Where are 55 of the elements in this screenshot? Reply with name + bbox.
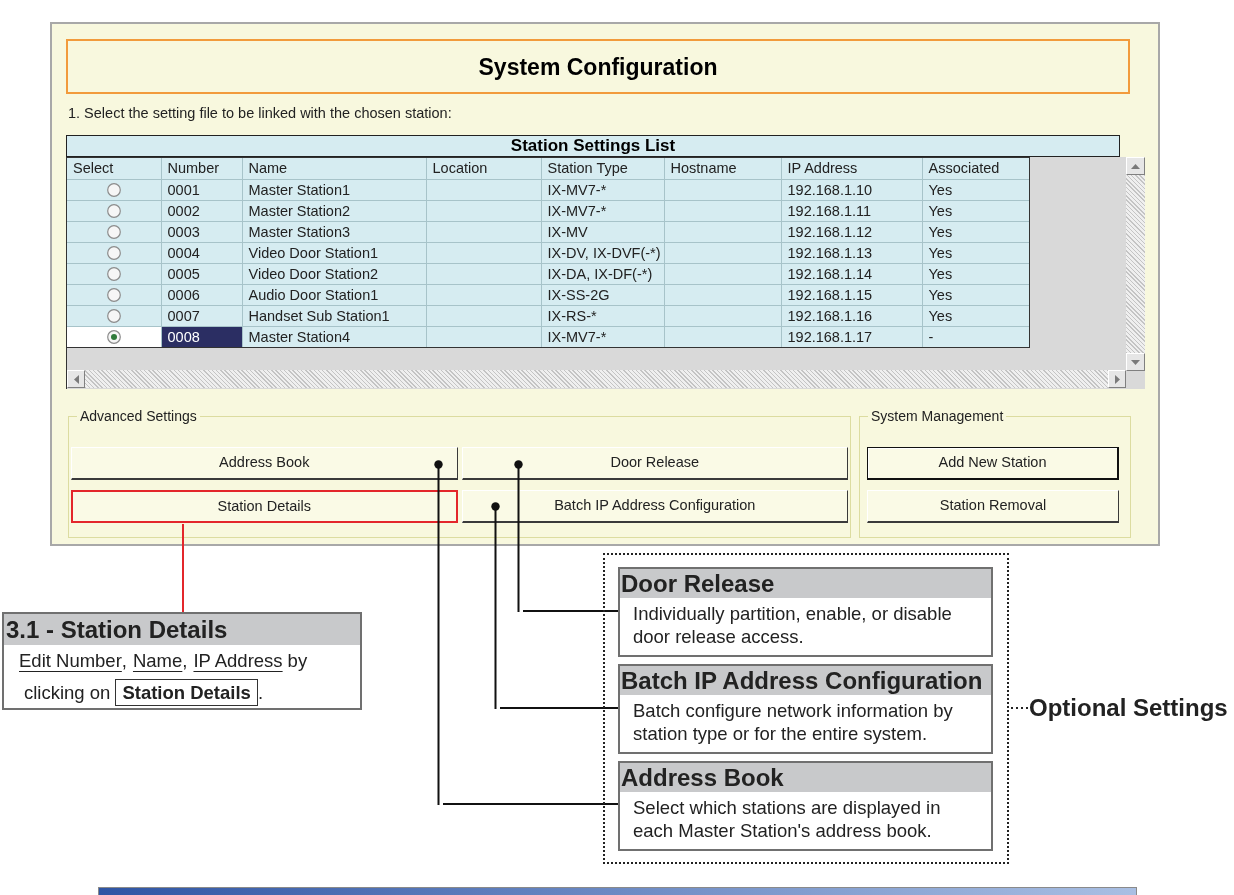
column-header: Station Type: [541, 158, 664, 179]
callout-title: Batch IP Address Configuration: [620, 666, 991, 695]
instruction-text: 1. Select the setting file to be linked with the chosen station:: [68, 104, 452, 122]
dotted-leader-line: [1011, 707, 1028, 709]
scroll-right-button[interactable]: [1108, 370, 1126, 388]
callout-title: 3.1 - Station Details: [4, 614, 360, 645]
column-header: IP Address: [781, 158, 922, 179]
up-arrow-icon: [1131, 163, 1140, 169]
scroll-left-button[interactable]: [67, 370, 85, 388]
column-header: Location: [426, 158, 541, 179]
column-header: Number: [161, 158, 242, 179]
settings-button[interactable]: Address Book: [71, 447, 458, 480]
body-text: ,: [182, 650, 188, 672]
callout-text: Select which stations are displayed in: [633, 796, 941, 819]
body-text: clicking on: [24, 681, 111, 704]
settings-button[interactable]: Station Details: [71, 490, 458, 523]
callout-text: Batch configure network information by: [633, 699, 953, 722]
inline-button-label: Station Details: [115, 679, 258, 706]
settings-button[interactable]: Door Release: [461, 447, 848, 480]
group-label: Optional Settings: [1029, 693, 1228, 722]
group-label: Advanced Settings: [77, 407, 200, 425]
down-arrow-icon: [1131, 359, 1140, 365]
callout-title: Address Book: [620, 763, 991, 792]
callout-text: Individually partition, enable, or disable: [633, 602, 952, 625]
underlined-text: Edit Number: [19, 650, 122, 672]
callout-text: door release access.: [633, 625, 804, 648]
settings-button[interactable]: Station Removal: [867, 490, 1119, 523]
window-title: System Configuration: [478, 52, 718, 81]
underlined-text: IP Address: [193, 650, 283, 672]
radio-button[interactable]: [106, 329, 121, 344]
body-text: .: [257, 681, 264, 704]
radio-button[interactable]: [106, 308, 121, 323]
right-arrow-icon: [1114, 374, 1120, 384]
radio-button[interactable]: [106, 287, 121, 302]
underlined-text: Name: [132, 650, 183, 672]
column-header: Select: [67, 158, 161, 179]
radio-button[interactable]: [106, 266, 121, 281]
radio-button[interactable]: [106, 245, 121, 260]
settings-button[interactable]: Add New Station: [867, 447, 1119, 480]
radio-button[interactable]: [106, 182, 121, 197]
column-header: Name: [242, 158, 426, 179]
column-header: Associated: [922, 158, 1029, 179]
callout-text: each Master Station's address book.: [633, 819, 932, 842]
body-text: ,: [121, 650, 127, 672]
scroll-down-button[interactable]: [1126, 353, 1145, 371]
table-title: Station Settings List: [66, 135, 1120, 157]
callout-title: Door Release: [620, 569, 991, 598]
radio-button[interactable]: [106, 203, 121, 218]
settings-button[interactable]: Batch IP Address Configuration: [461, 490, 848, 523]
radio-button[interactable]: [106, 224, 121, 239]
callout-text: station type or for the entire system.: [633, 722, 928, 745]
left-arrow-icon: [73, 374, 79, 384]
scroll-up-button[interactable]: [1126, 157, 1145, 175]
column-header: Hostname: [664, 158, 781, 179]
body-text: by: [287, 650, 308, 672]
